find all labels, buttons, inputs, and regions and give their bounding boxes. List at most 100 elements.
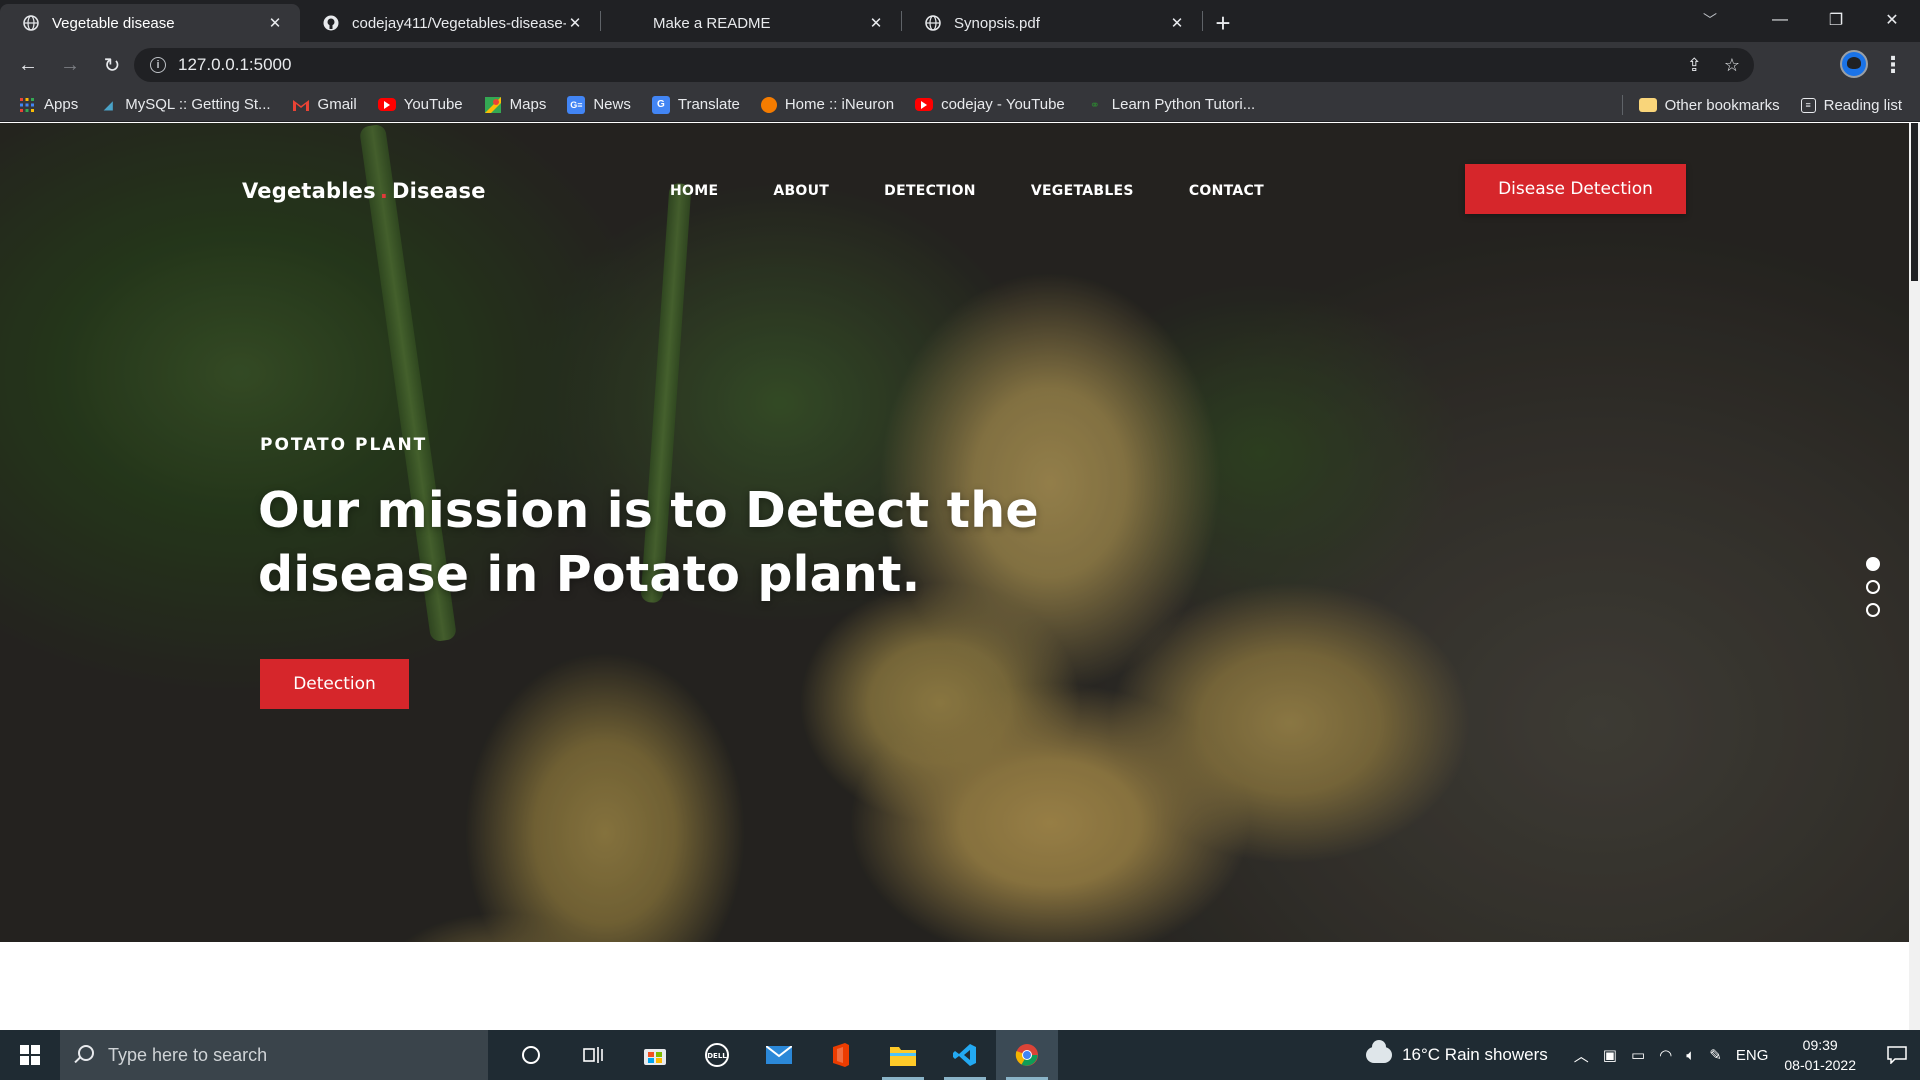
- bookmark-star-icon[interactable]: ☆: [1724, 55, 1740, 76]
- close-icon[interactable]: ✕: [1168, 14, 1186, 32]
- globe-icon: [22, 14, 40, 32]
- microsoft-store-icon[interactable]: [624, 1030, 686, 1080]
- wifi-icon[interactable]: ◠: [1659, 1046, 1672, 1064]
- bookmark-apps[interactable]: Apps: [18, 96, 78, 114]
- bookmarks-bar: Apps ◢ MySQL :: Getting St... Gmail YouT…: [0, 88, 1920, 122]
- bookmark-label: codejay - YouTube: [941, 96, 1065, 113]
- bookmark-maps[interactable]: Maps: [484, 96, 546, 114]
- tab-github-repo[interactable]: codejay411/Vegetables-disease-c ✕: [300, 4, 600, 42]
- brand-word-2: Disease: [392, 179, 486, 203]
- bookmark-mysql[interactable]: ◢ MySQL :: Getting St...: [99, 96, 271, 114]
- folder-icon: [1638, 98, 1657, 112]
- nav-home[interactable]: HOME: [670, 183, 718, 199]
- show-hidden-icons-chevron-icon[interactable]: ︿: [1574, 1045, 1589, 1066]
- volume-icon[interactable]: 🔈︎: [1686, 1047, 1695, 1064]
- detection-button[interactable]: Detection: [260, 659, 409, 709]
- taskbar-clock[interactable]: 09:39 08-01-2022: [1784, 1035, 1856, 1075]
- bookmark-label: Learn Python Tutori...: [1111, 96, 1256, 113]
- start-button[interactable]: [0, 1030, 60, 1080]
- carousel-dot-1[interactable]: [1866, 557, 1880, 571]
- vscode-icon[interactable]: [934, 1030, 996, 1080]
- tab-make-readme[interactable]: Make a README ✕: [601, 4, 901, 42]
- battery-icon[interactable]: ▭: [1631, 1046, 1645, 1064]
- nav-about[interactable]: ABOUT: [773, 183, 829, 199]
- bookmark-learn-python[interactable]: ⚭ Learn Python Tutori...: [1086, 96, 1255, 114]
- windows-taskbar: Type here to search DELL 16°C Rain showe…: [0, 1030, 1920, 1080]
- disease-detection-button[interactable]: Disease Detection: [1465, 164, 1686, 214]
- chrome-icon[interactable]: [996, 1030, 1058, 1080]
- bookmark-codejay-youtube[interactable]: codejay - YouTube: [915, 96, 1065, 113]
- weather-widget[interactable]: 16°C Rain showers: [1366, 1040, 1548, 1065]
- bookmark-ineuron[interactable]: Home :: iNeuron: [760, 96, 895, 113]
- page-viewport: Vegetables. Disease HOME ABOUT DETECTION …: [0, 123, 1920, 1030]
- bookmark-youtube[interactable]: YouTube: [377, 96, 463, 113]
- forward-button[interactable]: →: [50, 45, 90, 85]
- tab-search-chevron-icon[interactable]: ﹀: [1690, 0, 1730, 40]
- close-icon[interactable]: ✕: [266, 14, 284, 32]
- bookmark-label: Gmail: [317, 96, 357, 113]
- brand-word-1: Vegetables: [242, 179, 376, 203]
- language-indicator[interactable]: ENG: [1736, 1047, 1769, 1064]
- youtube-icon: [915, 98, 934, 111]
- notification-center-icon[interactable]: [1874, 1030, 1920, 1080]
- google-news-icon: G≡: [567, 95, 586, 114]
- close-icon[interactable]: ✕: [566, 14, 584, 32]
- scrollbar-thumb[interactable]: [1911, 123, 1918, 281]
- nav-detection[interactable]: DETECTION: [884, 183, 976, 199]
- mail-icon[interactable]: [748, 1030, 810, 1080]
- back-button[interactable]: ←: [8, 45, 48, 85]
- restore-button[interactable]: ❐: [1808, 0, 1864, 40]
- close-window-button[interactable]: ✕: [1864, 0, 1920, 40]
- bookmark-translate[interactable]: G Translate: [651, 95, 740, 114]
- share-icon[interactable]: ⇪: [1687, 55, 1702, 76]
- windows-logo-icon: [20, 1045, 40, 1065]
- tab-title: Vegetable disease: [52, 14, 175, 32]
- pen-icon[interactable]: ✎: [1709, 1046, 1722, 1064]
- nav-vegetables[interactable]: VEGETABLES: [1031, 183, 1134, 199]
- office-icon[interactable]: [810, 1030, 872, 1080]
- new-tab-button[interactable]: +: [1203, 4, 1243, 42]
- bookmark-news[interactable]: G≡ News: [567, 95, 631, 114]
- bookmark-divider: [1621, 95, 1623, 115]
- taskbar-search[interactable]: Type here to search: [60, 1030, 488, 1080]
- hero-eyebrow: POTATO PLANT: [260, 435, 428, 455]
- search-placeholder: Type here to search: [108, 1044, 268, 1065]
- blank-icon: [623, 14, 641, 32]
- bookmark-label: Translate: [677, 96, 740, 113]
- site-info-icon[interactable]: i: [150, 57, 166, 73]
- file-explorer-icon[interactable]: [872, 1030, 934, 1080]
- tab-vegetable-disease[interactable]: Vegetable disease ✕: [0, 4, 300, 42]
- github-icon: [322, 14, 340, 32]
- bookmark-gmail[interactable]: Gmail: [292, 96, 357, 114]
- globe-icon: [924, 14, 942, 32]
- bookmark-label: News: [593, 96, 631, 113]
- page-scrollbar[interactable]: [1909, 123, 1920, 1030]
- tab-synopsis-pdf[interactable]: Synopsis.pdf ✕: [902, 4, 1202, 42]
- device-icon[interactable]: ▣: [1603, 1046, 1617, 1064]
- profile-avatar[interactable]: [1840, 50, 1868, 78]
- nav-contact[interactable]: CONTACT: [1189, 183, 1264, 199]
- maps-icon: [484, 96, 502, 114]
- minimize-button[interactable]: —: [1752, 0, 1808, 40]
- carousel-dot-3[interactable]: [1866, 603, 1880, 617]
- reload-button[interactable]: ↻: [92, 45, 132, 85]
- cortana-circle-icon[interactable]: [500, 1030, 562, 1080]
- system-tray: 16°C Rain showers ︿ ▣ ▭ ◠ 🔈︎ ✎ ENG 09:39…: [1366, 1030, 1920, 1080]
- bookmark-label: Home :: iNeuron: [784, 96, 895, 113]
- close-icon[interactable]: ✕: [867, 14, 885, 32]
- carousel-dot-2[interactable]: [1866, 580, 1880, 594]
- site-logo[interactable]: Vegetables. Disease: [242, 179, 486, 203]
- task-view-icon[interactable]: [562, 1030, 624, 1080]
- gmail-icon: [292, 96, 310, 114]
- mysql-dolphin-icon: ◢: [103, 97, 113, 112]
- youtube-icon: [377, 98, 396, 111]
- other-bookmarks-folder[interactable]: Other bookmarks: [1638, 97, 1780, 114]
- browser-menu-icon[interactable]: ⋮: [1878, 48, 1908, 82]
- dell-icon[interactable]: DELL: [686, 1030, 748, 1080]
- translate-icon: G: [651, 95, 670, 114]
- reading-list-button[interactable]: ≡ Reading list: [1800, 96, 1902, 114]
- tab-title: codejay411/Vegetables-disease-c: [352, 14, 566, 32]
- address-bar[interactable]: i 127.0.0.1:5000 ⇪ ☆: [134, 48, 1754, 82]
- bookmark-label: MySQL :: Getting St...: [125, 96, 271, 113]
- reading-list-label: Reading list: [1823, 96, 1902, 114]
